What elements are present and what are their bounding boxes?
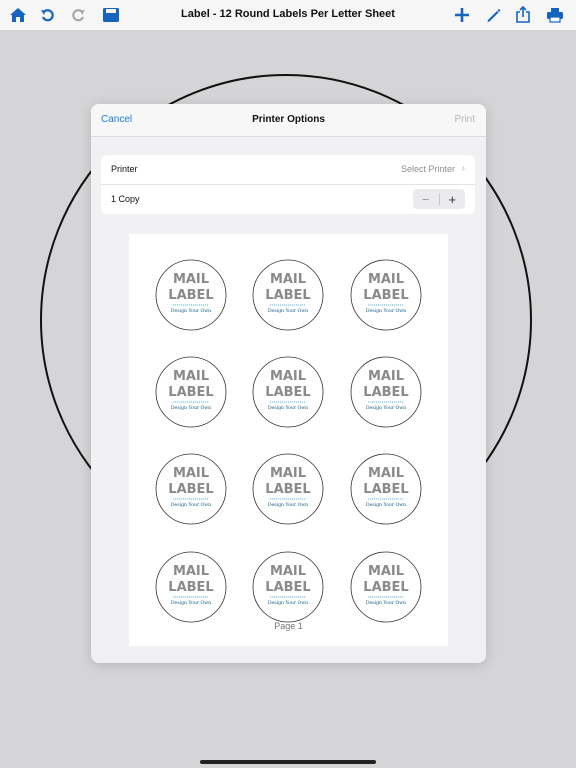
print-icon[interactable]: [545, 5, 565, 25]
home-indicator: [200, 760, 376, 764]
mail-label-graphic: MAILLABEL Design Your Own: [252, 356, 324, 428]
label-line-1: MAIL: [368, 466, 404, 481]
undo-icon[interactable]: [38, 5, 58, 25]
mail-label-graphic: MAILLABEL Design Your Own: [252, 453, 324, 525]
label-tagline: Design Your Own: [366, 405, 406, 411]
label-line-1: MAIL: [270, 369, 306, 384]
mail-label-circle: MAIL LABEL Design Your Own: [350, 453, 422, 525]
mail-label-circle: MAIL LABEL Design Your Own: [155, 356, 227, 428]
label-tagline: Design Your Own: [268, 405, 308, 411]
printer-label: Printer: [111, 164, 138, 174]
label-tagline: Design Your Own: [268, 502, 308, 508]
label-line-2: LABEL: [265, 580, 310, 595]
print-button[interactable]: Print: [454, 114, 475, 125]
mail-label-circle: MAIL LABEL Design Your Own: [350, 356, 422, 428]
mail-label-graphic: MAILLABEL Design Your Own: [350, 356, 422, 428]
label-line-1: MAIL: [173, 369, 209, 384]
share-icon[interactable]: [513, 5, 533, 25]
mail-label-graphic: MAILLABEL Design Your Own: [155, 259, 227, 331]
print-settings-group: Printer Select Printer › 1 Copy − +: [101, 155, 475, 214]
top-toolbar: Label - 12 Round Labels Per Letter Sheet: [0, 0, 576, 31]
mail-label-circle: MAIL LABEL Design Your Own: [155, 551, 227, 623]
label-tagline: Design Your Own: [366, 502, 406, 508]
label-line-1: MAIL: [270, 272, 306, 287]
label-line-1: MAIL: [173, 564, 209, 579]
redo-icon[interactable]: [68, 5, 88, 25]
mail-label-graphic: MAILLABEL Design Your Own: [350, 551, 422, 623]
mail-label-circle: MAIL LABEL Design Your Own: [350, 259, 422, 331]
add-icon[interactable]: [452, 5, 472, 25]
home-icon[interactable]: [8, 5, 28, 25]
label-tagline: Design Your Own: [268, 600, 308, 606]
label-line-1: MAIL: [173, 466, 209, 481]
label-tagline: Design Your Own: [366, 308, 406, 314]
label-tagline: Design Your Own: [171, 308, 211, 314]
save-icon[interactable]: [101, 5, 121, 25]
label-line-2: LABEL: [168, 580, 213, 595]
label-line-1: MAIL: [270, 564, 306, 579]
printer-options-dialog: Cancel Printer Options Print Printer Sel…: [91, 104, 486, 663]
copies-label: 1 Copy: [111, 194, 140, 204]
label-line-2: LABEL: [363, 482, 408, 497]
label-line-2: LABEL: [265, 288, 310, 303]
copies-stepper[interactable]: − +: [413, 189, 465, 209]
label-line-1: MAIL: [270, 466, 306, 481]
mail-label-circle: MAIL LABEL Design Your Own: [155, 453, 227, 525]
label-line-1: MAIL: [368, 564, 404, 579]
label-line-1: MAIL: [368, 272, 404, 287]
label-line-2: LABEL: [168, 288, 213, 303]
increment-button[interactable]: +: [440, 189, 466, 209]
document-title: Label - 12 Round Labels Per Letter Sheet: [181, 8, 395, 20]
label-line-2: LABEL: [168, 482, 213, 497]
mail-label-graphic: MAILLABEL Design Your Own: [252, 551, 324, 623]
mail-label-circle: MAIL LABEL Design Your Own: [252, 453, 324, 525]
dialog-title: Printer Options: [252, 114, 325, 125]
copies-row: 1 Copy − +: [101, 185, 475, 214]
label-line-1: MAIL: [368, 369, 404, 384]
dialog-header: Cancel Printer Options Print: [91, 104, 486, 137]
label-line-2: LABEL: [363, 580, 408, 595]
mail-label-graphic: MAILLABEL Design Your Own: [350, 453, 422, 525]
label-tagline: Design Your Own: [268, 308, 308, 314]
label-line-2: LABEL: [265, 482, 310, 497]
decrement-button[interactable]: −: [413, 189, 439, 209]
label-tagline: Design Your Own: [366, 600, 406, 606]
mail-label-graphic: MAILLABEL Design Your Own: [155, 356, 227, 428]
mail-label-circle: MAIL LABEL Design Your Own: [252, 259, 324, 331]
label-tagline: Design Your Own: [171, 600, 211, 606]
mail-label-circle: MAIL LABEL Design Your Own: [252, 551, 324, 623]
pen-icon[interactable]: [483, 5, 503, 25]
mail-label-graphic: MAILLABEL Design Your Own: [155, 551, 227, 623]
print-preview-page: Page 1 MAIL LABEL Design Your Own MAIL LABEL…: [129, 234, 448, 646]
label-line-2: LABEL: [363, 288, 408, 303]
label-line-2: LABEL: [363, 385, 408, 400]
mail-label-circle: MAIL LABEL Design Your Own: [155, 259, 227, 331]
mail-label-graphic: MAILLABEL Design Your Own: [252, 259, 324, 331]
label-tagline: Design Your Own: [171, 502, 211, 508]
mail-label-circle: MAIL LABEL Design Your Own: [252, 356, 324, 428]
label-tagline: Design Your Own: [171, 405, 211, 411]
chevron-right-icon: ›: [461, 163, 465, 174]
mail-label-circle: MAIL LABEL Design Your Own: [350, 551, 422, 623]
label-line-1: MAIL: [173, 272, 209, 287]
mail-label-graphic: MAILLABEL Design Your Own: [350, 259, 422, 331]
mail-label-graphic: MAILLABEL Design Your Own: [155, 453, 227, 525]
printer-row[interactable]: Printer Select Printer ›: [101, 155, 475, 185]
label-line-2: LABEL: [168, 385, 213, 400]
printer-value: Select Printer: [400, 164, 455, 174]
label-line-2: LABEL: [265, 385, 310, 400]
